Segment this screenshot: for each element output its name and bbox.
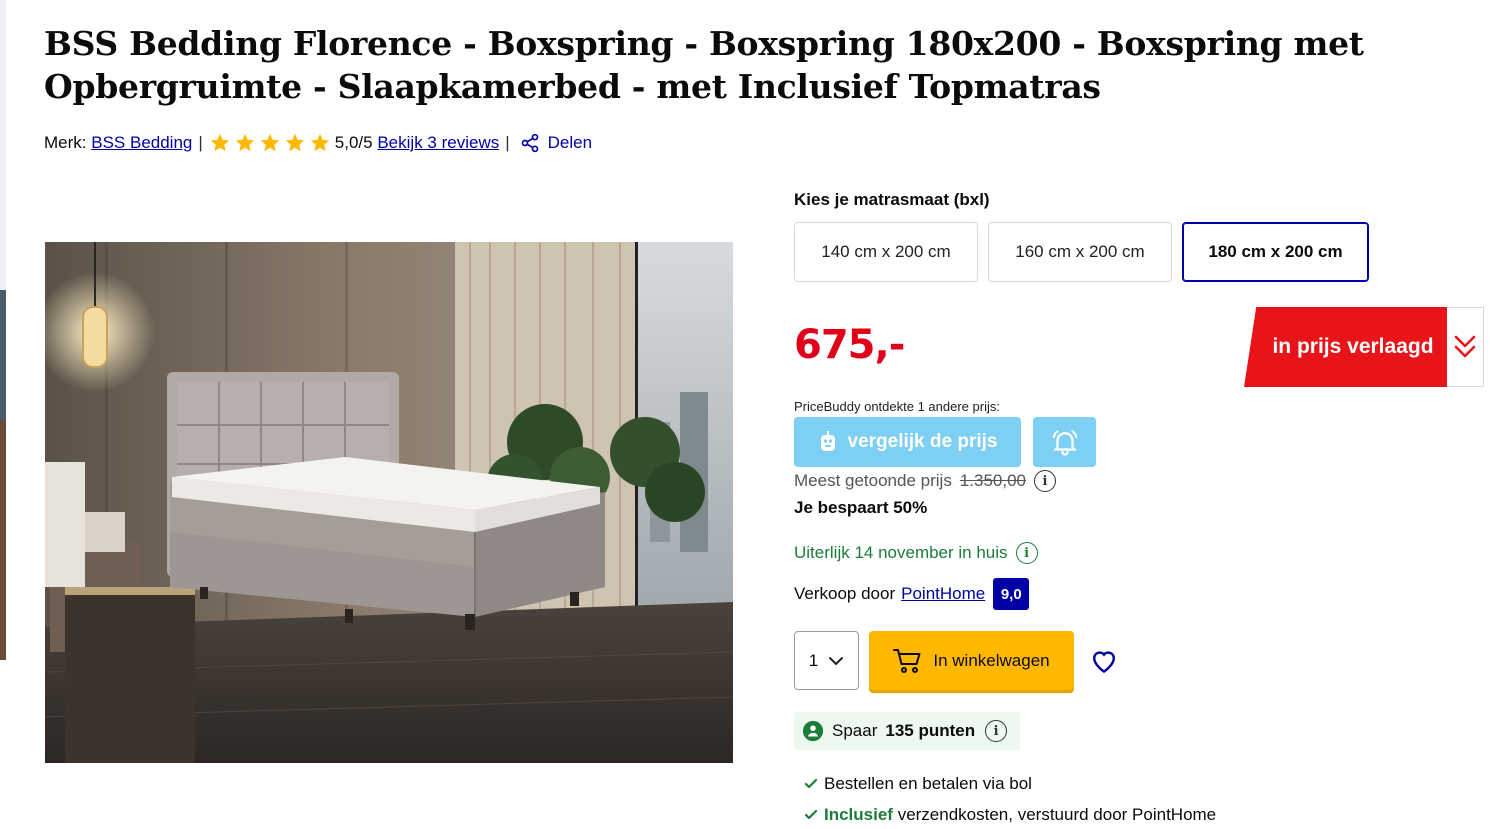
share-icon: [521, 133, 538, 153]
reviews-link[interactable]: Bekijk 3 reviews: [377, 133, 499, 153]
star-icon: [285, 133, 304, 152]
usp-text: Bestellen en betalen via bol: [824, 774, 1032, 793]
saving-text: Je bespaart 50%: [794, 498, 928, 517]
quantity-value: 1: [808, 650, 819, 670]
product-image[interactable]: [45, 242, 733, 763]
pricebuddy-icon: [820, 431, 835, 451]
separator: |: [198, 133, 203, 152]
promo-badge[interactable]: in prijs verlaagd: [1244, 307, 1484, 387]
points-badge: Spaar 135 punten i: [794, 712, 1020, 750]
check-icon: [804, 809, 818, 820]
add-to-cart-label: In winkelwagen: [933, 650, 1050, 670]
size-selector-label: Kies je matrasmaat (bxl): [794, 190, 990, 209]
left-edge-strip: [0, 0, 6, 829]
usp-item: Bestellen en betalen via bol: [804, 774, 1032, 794]
seller-row: Verkoop door PointHome 9,0: [794, 578, 1030, 610]
info-icon[interactable]: i: [1034, 470, 1057, 492]
star-icon: [210, 133, 229, 152]
quantity-select[interactable]: 1: [794, 631, 859, 690]
usp-text: verzendkosten, verstuurd door PointHome: [892, 805, 1217, 824]
info-icon[interactable]: i: [1015, 542, 1038, 564]
points-label: Spaar: [832, 721, 878, 740]
size-option-180x200-selected[interactable]: 180 cm x 200 cm: [1182, 222, 1369, 282]
brand-label: Merk:: [44, 133, 87, 152]
delivery-info: Uiterlijk 14 november in huis i: [794, 542, 1038, 564]
wishlist-button[interactable]: [1088, 645, 1120, 675]
size-option-140x200[interactable]: 140 cm x 200 cm: [794, 222, 978, 282]
rating-text: 5,0/5: [334, 133, 373, 152]
promo-label: in prijs verlaagd: [1244, 307, 1448, 387]
seller-rating-badge[interactable]: 9,0: [993, 578, 1030, 610]
heart-icon: [1092, 650, 1116, 673]
star-icon: [310, 133, 329, 152]
rating-stars: [209, 132, 331, 154]
info-icon[interactable]: i: [985, 720, 1008, 742]
price-alert-button[interactable]: [1033, 417, 1096, 467]
pricebuddy-label: PriceBuddy ontdekte 1 andere prijs:: [794, 399, 1000, 414]
most-shown-price-row: Meest getoonde prijs 1.350,00 i: [794, 470, 1057, 492]
chevron-down-icon: [829, 656, 844, 665]
product-price: 675,-: [794, 322, 905, 368]
compare-price-label: vergelijk de prijs: [847, 431, 998, 452]
share-label: Delen: [547, 133, 593, 152]
cart-icon: [893, 648, 921, 673]
points-amount: 135 punten: [885, 721, 976, 740]
share-button[interactable]: Delen: [520, 133, 592, 153]
chevron-double-down-icon: [1454, 335, 1476, 358]
points-icon: [802, 720, 824, 742]
usp-bold: Inclusief: [824, 805, 893, 824]
check-icon: [804, 778, 818, 789]
most-shown-label: Meest getoonde prijs: [794, 471, 952, 490]
size-option-160x200[interactable]: 160 cm x 200 cm: [988, 222, 1172, 282]
usp-item: Inclusief verzendkosten, verstuurd door …: [804, 805, 1216, 825]
separator: |: [505, 133, 510, 152]
most-shown-price: 1.350,00: [959, 471, 1027, 490]
product-title: BSS Bedding Florence - Boxspring - Boxsp…: [44, 24, 1364, 106]
star-icon: [235, 133, 254, 152]
delivery-text: Uiterlijk 14 november in huis: [794, 543, 1008, 562]
bell-icon: [1052, 430, 1077, 456]
star-icon: [260, 133, 279, 152]
add-to-cart-button[interactable]: In winkelwagen: [869, 631, 1074, 690]
brand-link[interactable]: BSS Bedding: [91, 133, 192, 153]
seller-label: Verkoop door: [794, 584, 896, 603]
promo-expand-toggle[interactable]: [1447, 307, 1484, 387]
compare-price-button[interactable]: vergelijk de prijs: [794, 417, 1021, 467]
product-meta-row: Merk: BSS Bedding | 5,0/5 Bekijk 3 revie…: [44, 131, 592, 155]
seller-link[interactable]: PointHome: [901, 584, 985, 604]
